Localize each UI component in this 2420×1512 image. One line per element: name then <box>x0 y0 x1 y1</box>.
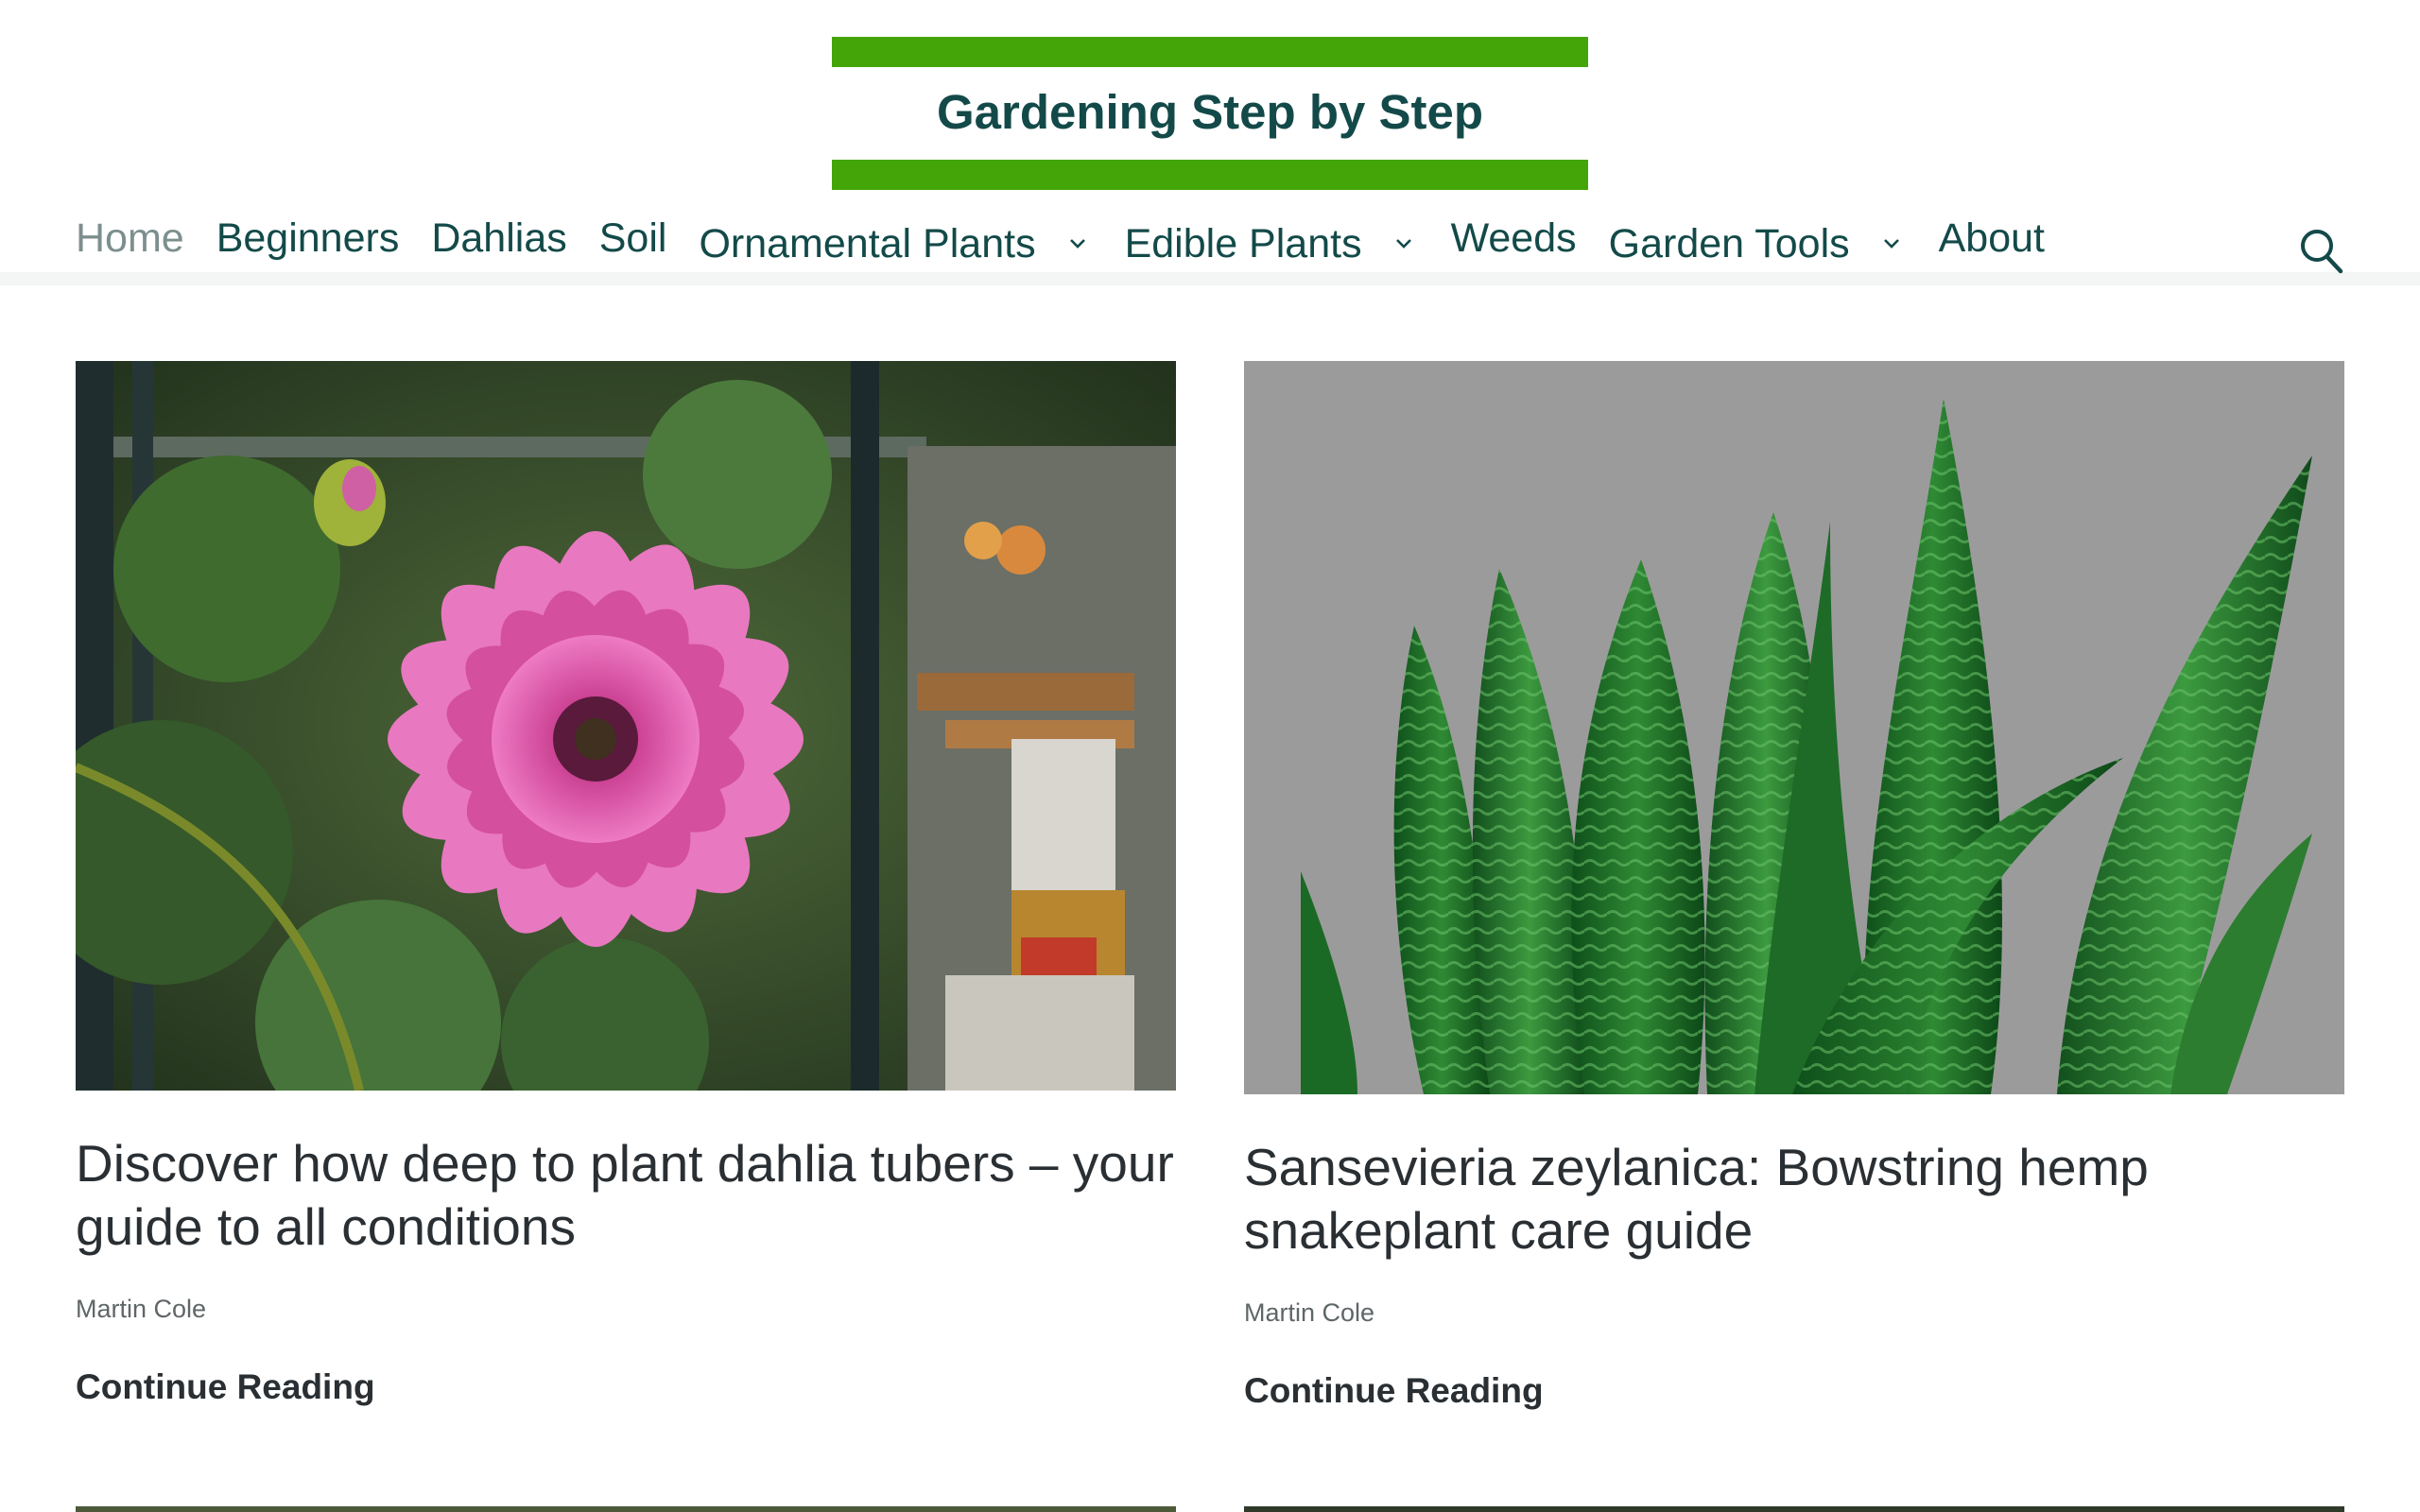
post-thumbnail[interactable] <box>76 1506 1176 1512</box>
site-header: Gardening Step by Step Home Beginners Da… <box>0 0 2420 285</box>
site-logo[interactable]: Gardening Step by Step <box>832 37 1588 190</box>
dahlia-photo <box>76 361 1176 1091</box>
post-title[interactable]: Discover how deep to plant dahlia tubers… <box>76 1132 1176 1259</box>
snake-plant-photo <box>1244 361 2344 1094</box>
site-title: Gardening Step by Step <box>936 85 1484 139</box>
nav-item-beginners[interactable]: Beginners <box>216 214 400 263</box>
post-card: Discover how deep to plant dahlia tubers… <box>76 361 1176 1408</box>
nav-item-label: Dahlias <box>431 215 567 261</box>
logo-bottom-bar <box>832 160 1588 190</box>
nav-item-label: Edible Plants <box>1124 221 1362 266</box>
nav-item-label: Soil <box>598 215 667 261</box>
search-button[interactable] <box>2299 227 2344 276</box>
nav-item-weeds[interactable]: Weeds <box>1451 214 1577 263</box>
nav-item-garden-tools[interactable]: Garden Tools <box>1609 219 1907 268</box>
chevron-down-icon[interactable] <box>1068 234 1087 253</box>
post-thumbnail[interactable] <box>1244 1506 2344 1512</box>
logo-top-bar <box>832 37 1588 67</box>
nav-item-home[interactable]: Home <box>76 214 184 263</box>
post-author[interactable]: Martin Cole <box>76 1293 1176 1325</box>
post-card: Sansevieria zeylanica: Bowstring hemp sn… <box>1244 361 2344 1412</box>
nav-item-label: Home <box>76 215 184 261</box>
post-author[interactable]: Martin Cole <box>1244 1297 2344 1329</box>
nav-item-label: Weeds <box>1450 215 1577 261</box>
nav-item-ornamental-plants[interactable]: Ornamental Plants <box>699 219 1092 268</box>
search-icon <box>2301 230 2343 274</box>
nav-item-label: About <box>1938 215 2045 261</box>
continue-reading-link[interactable]: Continue Reading <box>1244 1370 1544 1412</box>
post-title[interactable]: Sansevieria zeylanica: Bowstring hemp sn… <box>1244 1136 2344 1263</box>
nav-item-about[interactable]: About <box>1939 214 2045 263</box>
nav-item-label: Beginners <box>216 215 400 261</box>
nav-item-label: Ornamental Plants <box>699 221 1036 266</box>
nav-item-label: Garden Tools <box>1608 221 1850 266</box>
nav-item-soil[interactable]: Soil <box>599 214 667 263</box>
chevron-down-icon[interactable] <box>1394 234 1413 253</box>
post-thumbnail[interactable] <box>1244 361 2344 1094</box>
nav-item-dahlias[interactable]: Dahlias <box>431 214 566 263</box>
nav-item-edible-plants[interactable]: Edible Plants <box>1125 219 1419 268</box>
post-thumbnail[interactable] <box>76 361 1176 1091</box>
continue-reading-link[interactable]: Continue Reading <box>76 1366 375 1408</box>
main-navigation: Home Beginners Dahlias Soil Ornamental P… <box>76 214 2077 280</box>
chevron-down-icon[interactable] <box>1882 234 1901 253</box>
